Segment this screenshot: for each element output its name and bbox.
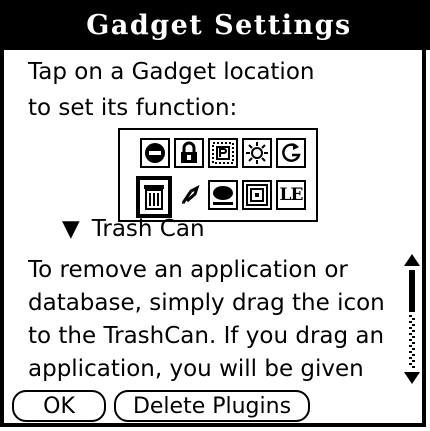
description-line: To remove an application or xyxy=(28,257,348,283)
speech-bubble-icon xyxy=(213,186,233,205)
scroll-thumb[interactable] xyxy=(409,270,415,312)
gadget-function-popup-trigger[interactable]: ▼ Trash Can xyxy=(62,212,205,246)
gadget-slot-square-target[interactable] xyxy=(242,180,272,210)
gadget-settings-dialog: Gadget Settings Tap on a Gadget location… xyxy=(0,0,430,427)
description-line: application, you will be given xyxy=(28,356,364,382)
dropdown-arrow-icon: ▼ xyxy=(62,216,80,242)
lock-icon xyxy=(181,141,197,163)
ok-button[interactable]: OK xyxy=(12,390,106,422)
le-text-icon: LE xyxy=(279,185,304,205)
description-line: database, simply drag the icon xyxy=(28,290,385,316)
dialog-title: Gadget Settings xyxy=(4,0,430,50)
scroll-down-arrow-icon[interactable] xyxy=(404,372,420,384)
instruction-line-1: Tap on a Gadget location xyxy=(28,59,315,85)
instruction-line-2: to set its function: xyxy=(28,95,238,121)
gadget-slot-brightness[interactable] xyxy=(242,138,272,168)
scroll-track[interactable] xyxy=(409,314,415,370)
gadget-slot-lock[interactable] xyxy=(174,138,204,168)
beam-icon xyxy=(181,185,200,204)
gadget-slot-speech[interactable] xyxy=(208,180,238,210)
square-target-icon xyxy=(246,184,268,206)
trash-can-icon xyxy=(144,185,164,210)
gadget-slot-parking[interactable] xyxy=(208,138,238,168)
description-text: To remove an application or database, si… xyxy=(28,254,388,386)
delete-plugins-button[interactable]: Delete Plugins xyxy=(114,390,310,422)
gadget-grid: LE xyxy=(118,128,318,222)
scroll-up-arrow-icon[interactable] xyxy=(404,254,420,266)
power-icon xyxy=(145,143,165,163)
gadget-slot-beam[interactable] xyxy=(174,180,204,210)
parking-p-icon xyxy=(212,142,234,164)
gadget-slot-power[interactable] xyxy=(140,138,170,168)
brightness-icon xyxy=(246,142,268,164)
gadget-slot-rotate[interactable] xyxy=(276,138,306,168)
description-scrollbar[interactable] xyxy=(398,252,426,386)
rotate-icon xyxy=(282,143,301,162)
gadget-slot-le[interactable]: LE xyxy=(276,180,306,210)
instruction-text: Tap on a Gadget location to set its func… xyxy=(28,54,408,126)
gadget-function-label: Trash Can xyxy=(91,216,205,242)
description-line: to the TrashCan. If you drag an xyxy=(28,323,385,349)
